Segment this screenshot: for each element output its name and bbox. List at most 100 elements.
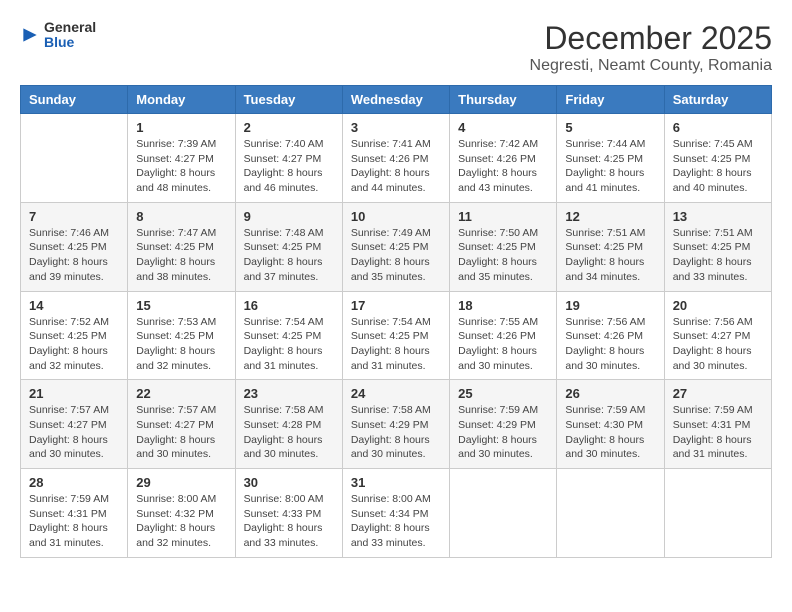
day-info: Sunrise: 7:45 AM Sunset: 4:25 PM Dayligh… <box>673 137 763 196</box>
calendar-cell: 1Sunrise: 7:39 AM Sunset: 4:27 PM Daylig… <box>128 114 235 203</box>
day-info: Sunrise: 7:57 AM Sunset: 4:27 PM Dayligh… <box>136 403 226 462</box>
day-number: 5 <box>565 120 655 135</box>
day-info: Sunrise: 7:51 AM Sunset: 4:25 PM Dayligh… <box>673 226 763 285</box>
calendar-cell: 20 Sunrise: 7:56 AM Sunset: 4:27 PM Dayli… <box>664 291 771 380</box>
day-info: Sunrise: 7:41 AM Sunset: 4:26 PM Dayligh… <box>351 137 441 196</box>
weekday-header: Monday <box>128 86 235 114</box>
day-number: 21 <box>29 386 119 401</box>
day-info: Sunrise: 8:00 AM Sunset: 4:32 PM Dayligh… <box>136 492 226 551</box>
calendar-week-row: 28Sunrise: 7:59 AM Sunset: 4:31 PM Dayli… <box>21 469 772 558</box>
calendar-cell: 25Sunrise: 7:59 AM Sunset: 4:29 PM Dayli… <box>450 380 557 469</box>
day-info: Sunrise: 7:56 AM Sunset: 4:27 PM Dayligh… <box>673 315 763 374</box>
calendar-cell: 14Sunrise: 7:52 AM Sunset: 4:25 PM Dayli… <box>21 291 128 380</box>
day-number: 1 <box>136 120 226 135</box>
day-info: Sunrise: 7:59 AM Sunset: 4:29 PM Dayligh… <box>458 403 548 462</box>
weekday-header: Wednesday <box>342 86 449 114</box>
day-number: 9 <box>244 209 334 224</box>
day-info: Sunrise: 7:44 AM Sunset: 4:25 PM Dayligh… <box>565 137 655 196</box>
day-number: 13 <box>673 209 763 224</box>
day-info: Sunrise: 7:52 AM Sunset: 4:25 PM Dayligh… <box>29 315 119 374</box>
day-number: 30 <box>244 475 334 490</box>
logo-blue: Blue <box>44 35 96 50</box>
calendar-cell: 31 Sunrise: 8:00 AM Sunset: 4:34 PM Dayli… <box>342 469 449 558</box>
calendar-cell: 7 Sunrise: 7:46 AM Sunset: 4:25 PM Daylig… <box>21 202 128 291</box>
calendar-cell: 30 Sunrise: 8:00 AM Sunset: 4:33 PM Dayli… <box>235 469 342 558</box>
calendar-cell: 17 Sunrise: 7:54 AM Sunset: 4:25 PM Dayli… <box>342 291 449 380</box>
day-number: 19 <box>565 298 655 313</box>
day-info: Sunrise: 7:53 AM Sunset: 4:25 PM Dayligh… <box>136 315 226 374</box>
day-info: Sunrise: 7:50 AM Sunset: 4:25 PM Dayligh… <box>458 226 548 285</box>
day-number: 4 <box>458 120 548 135</box>
day-number: 22 <box>136 386 226 401</box>
day-number: 7 <box>29 209 119 224</box>
calendar-cell: 21 Sunrise: 7:57 AM Sunset: 4:27 PM Dayli… <box>21 380 128 469</box>
calendar-cell: 6Sunrise: 7:45 AM Sunset: 4:25 PM Daylig… <box>664 114 771 203</box>
day-number: 16 <box>244 298 334 313</box>
calendar-cell: 9 Sunrise: 7:48 AM Sunset: 4:25 PM Daylig… <box>235 202 342 291</box>
day-number: 29 <box>136 475 226 490</box>
day-number: 15 <box>136 298 226 313</box>
calendar-week-row: 1Sunrise: 7:39 AM Sunset: 4:27 PM Daylig… <box>21 114 772 203</box>
calendar-cell: 16 Sunrise: 7:54 AM Sunset: 4:25 PM Dayli… <box>235 291 342 380</box>
day-number: 18 <box>458 298 548 313</box>
calendar-cell: 26 Sunrise: 7:59 AM Sunset: 4:30 PM Dayli… <box>557 380 664 469</box>
day-info: Sunrise: 8:00 AM Sunset: 4:34 PM Dayligh… <box>351 492 441 551</box>
weekday-header: Thursday <box>450 86 557 114</box>
day-info: Sunrise: 7:47 AM Sunset: 4:25 PM Dayligh… <box>136 226 226 285</box>
day-number: 24 <box>351 386 441 401</box>
day-number: 26 <box>565 386 655 401</box>
calendar-title: December 2025 <box>530 20 772 57</box>
day-number: 31 <box>351 475 441 490</box>
calendar-week-row: 21 Sunrise: 7:57 AM Sunset: 4:27 PM Dayli… <box>21 380 772 469</box>
calendar-cell: 27Sunrise: 7:59 AM Sunset: 4:31 PM Dayli… <box>664 380 771 469</box>
calendar-cell: 11 Sunrise: 7:50 AM Sunset: 4:25 PM Dayli… <box>450 202 557 291</box>
calendar-cell: 2Sunrise: 7:40 AM Sunset: 4:27 PM Daylig… <box>235 114 342 203</box>
calendar-cell: 4 Sunrise: 7:42 AM Sunset: 4:26 PM Daylig… <box>450 114 557 203</box>
day-info: Sunrise: 7:42 AM Sunset: 4:26 PM Dayligh… <box>458 137 548 196</box>
day-info: Sunrise: 7:59 AM Sunset: 4:31 PM Dayligh… <box>673 403 763 462</box>
day-info: Sunrise: 8:00 AM Sunset: 4:33 PM Dayligh… <box>244 492 334 551</box>
calendar-cell: 13 Sunrise: 7:51 AM Sunset: 4:25 PM Dayli… <box>664 202 771 291</box>
logo: General Blue <box>20 20 96 51</box>
weekday-header: Sunday <box>21 86 128 114</box>
logo-icon <box>20 25 40 45</box>
calendar-subtitle: Negresti, Neamt County, Romania <box>530 57 772 75</box>
calendar-cell: 22 Sunrise: 7:57 AM Sunset: 4:27 PM Dayli… <box>128 380 235 469</box>
title-area: December 2025 Negresti, Neamt County, Ro… <box>530 20 772 75</box>
day-number: 8 <box>136 209 226 224</box>
calendar-cell: 12Sunrise: 7:51 AM Sunset: 4:25 PM Dayli… <box>557 202 664 291</box>
weekday-header: Saturday <box>664 86 771 114</box>
calendar-cell <box>450 469 557 558</box>
day-number: 3 <box>351 120 441 135</box>
day-info: Sunrise: 7:46 AM Sunset: 4:25 PM Dayligh… <box>29 226 119 285</box>
calendar-cell: 29 Sunrise: 8:00 AM Sunset: 4:32 PM Dayli… <box>128 469 235 558</box>
weekday-header: Tuesday <box>235 86 342 114</box>
calendar-cell: 18 Sunrise: 7:55 AM Sunset: 4:26 PM Dayli… <box>450 291 557 380</box>
day-number: 17 <box>351 298 441 313</box>
day-number: 11 <box>458 209 548 224</box>
calendar-cell: 28Sunrise: 7:59 AM Sunset: 4:31 PM Dayli… <box>21 469 128 558</box>
day-number: 20 <box>673 298 763 313</box>
calendar-cell: 23Sunrise: 7:58 AM Sunset: 4:28 PM Dayli… <box>235 380 342 469</box>
day-info: Sunrise: 7:40 AM Sunset: 4:27 PM Dayligh… <box>244 137 334 196</box>
weekday-header-row: SundayMondayTuesdayWednesdayThursdayFrid… <box>21 86 772 114</box>
calendar-cell: 5 Sunrise: 7:44 AM Sunset: 4:25 PM Daylig… <box>557 114 664 203</box>
day-info: Sunrise: 7:54 AM Sunset: 4:25 PM Dayligh… <box>244 315 334 374</box>
calendar-cell <box>21 114 128 203</box>
day-info: Sunrise: 7:49 AM Sunset: 4:25 PM Dayligh… <box>351 226 441 285</box>
header: General Blue December 2025 Negresti, Nea… <box>20 20 772 75</box>
day-number: 23 <box>244 386 334 401</box>
day-info: Sunrise: 7:59 AM Sunset: 4:30 PM Dayligh… <box>565 403 655 462</box>
calendar-cell: 15 Sunrise: 7:53 AM Sunset: 4:25 PM Dayli… <box>128 291 235 380</box>
logo-general: General <box>44 20 96 35</box>
day-info: Sunrise: 7:55 AM Sunset: 4:26 PM Dayligh… <box>458 315 548 374</box>
calendar-cell: 24Sunrise: 7:58 AM Sunset: 4:29 PM Dayli… <box>342 380 449 469</box>
day-number: 10 <box>351 209 441 224</box>
day-number: 12 <box>565 209 655 224</box>
day-info: Sunrise: 7:48 AM Sunset: 4:25 PM Dayligh… <box>244 226 334 285</box>
calendar-week-row: 14Sunrise: 7:52 AM Sunset: 4:25 PM Dayli… <box>21 291 772 380</box>
day-info: Sunrise: 7:56 AM Sunset: 4:26 PM Dayligh… <box>565 315 655 374</box>
day-info: Sunrise: 7:59 AM Sunset: 4:31 PM Dayligh… <box>29 492 119 551</box>
day-info: Sunrise: 7:57 AM Sunset: 4:27 PM Dayligh… <box>29 403 119 462</box>
day-info: Sunrise: 7:54 AM Sunset: 4:25 PM Dayligh… <box>351 315 441 374</box>
